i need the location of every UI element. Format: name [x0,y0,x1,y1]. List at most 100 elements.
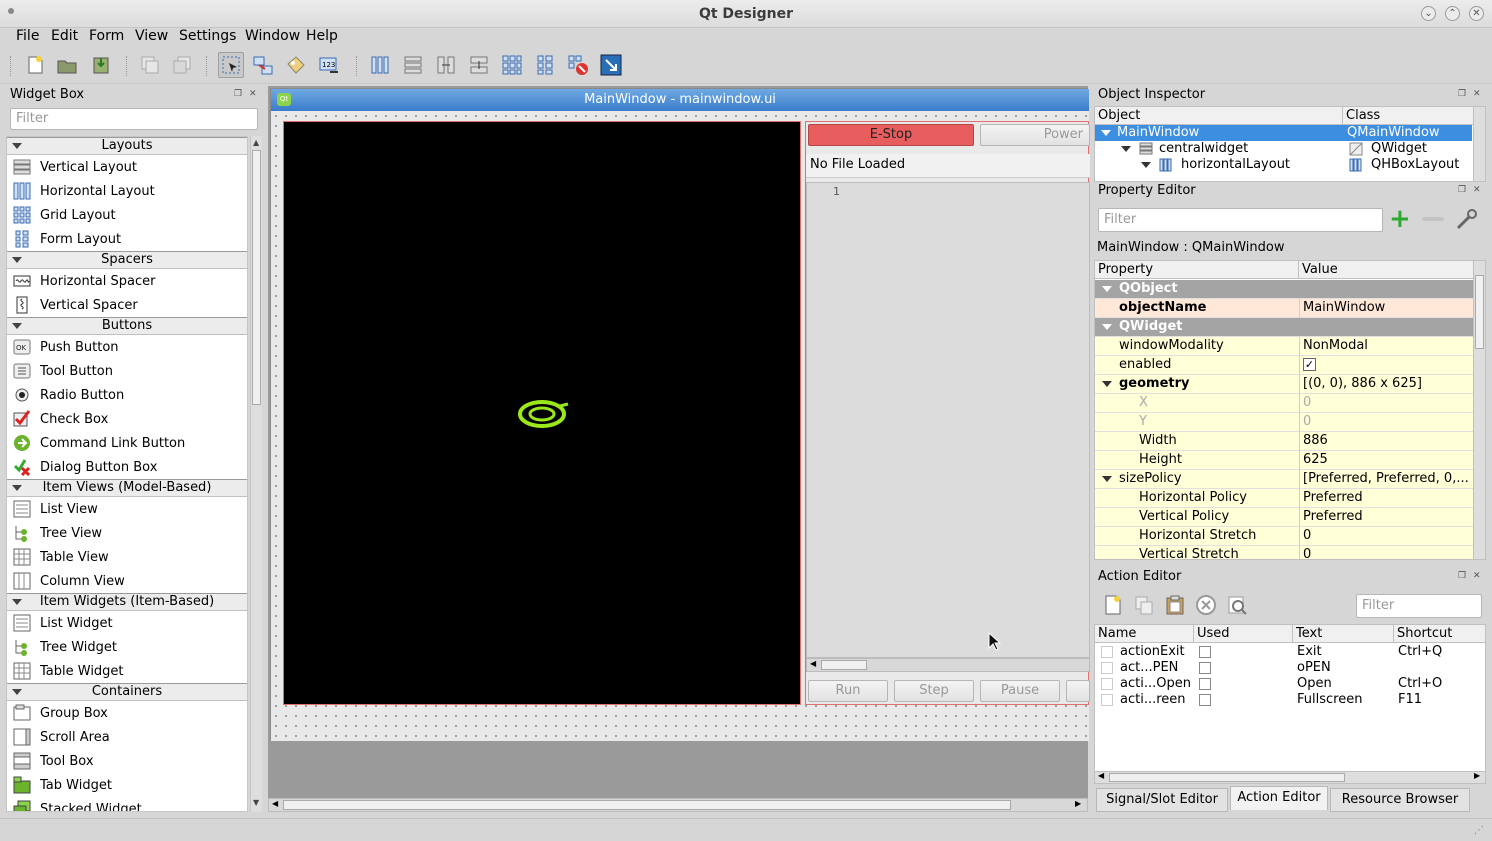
layout-hsplitter-icon[interactable] [433,52,459,78]
layout-vertical-icon[interactable] [400,52,426,78]
editor-hscrollbar[interactable]: ◀ [806,658,1090,672]
widget-item[interactable]: Horizontal Spacer [7,269,247,293]
copy-action-icon[interactable] [1133,594,1155,616]
tab-resource-browser[interactable]: Resource Browser [1330,788,1470,812]
property-row[interactable]: objectName MainWindow [1095,299,1473,318]
delete-action-icon[interactable] [1195,594,1217,616]
layout-vsplitter-icon[interactable] [466,52,492,78]
widget-item[interactable]: Tab Widget [7,773,247,797]
tree-row[interactable]: horizontalLayout QHBoxLayout [1095,157,1472,173]
property-filter-input[interactable]: Filter [1098,208,1383,232]
dock-close-icon[interactable]: ✕ [1473,571,1481,581]
tree-row[interactable]: MainWindow QMainWindow [1095,125,1472,141]
dock-float-icon[interactable]: ❐ [1458,185,1466,195]
pause-button[interactable]: Pause [980,680,1060,702]
step-button[interactable]: Step [894,680,974,702]
power-button[interactable]: Power [980,124,1090,146]
menu-window[interactable]: Window [245,28,300,44]
widget-box-filter-input[interactable]: Filter [10,108,258,130]
widget-item[interactable]: Check Box [7,407,247,431]
widget-item[interactable]: Tree View [7,521,247,545]
property-row[interactable]: Y0 [1095,413,1473,432]
estop-button[interactable]: E-Stop [808,124,974,146]
paste-icon[interactable] [169,52,195,78]
property-row[interactable]: X0 [1095,394,1473,413]
action-row[interactable]: act...PEN oPEN [1095,660,1487,676]
widget-item[interactable]: Command Link Button [7,431,247,455]
category-containers[interactable]: Containers [7,683,247,701]
col-object-header[interactable]: Object [1095,107,1343,125]
tree-row[interactable]: centralwidget QWidget [1095,141,1472,157]
category-item-views[interactable]: Item Views (Model-Based) [7,479,247,497]
layout-form-icon[interactable] [532,52,558,78]
remove-dynamic-property-icon[interactable] [1422,217,1444,221]
dock-close-icon[interactable]: ✕ [1473,185,1481,195]
col-class-header[interactable]: Class [1343,107,1473,125]
tab-signal-slot-editor[interactable]: Signal/Slot Editor [1096,788,1228,812]
action-row[interactable]: acti...reen Fullscreen F11 [1095,692,1487,708]
widget-item[interactable]: Radio Button [7,383,247,407]
size-grip-icon[interactable]: ⋰ [1474,825,1484,836]
col-text-header[interactable]: Text [1293,625,1394,643]
gcode-editor[interactable]: 1 [806,182,1090,658]
form-window-titlebar[interactable]: Qt MainWindow - mainwindow.ui [271,89,1089,111]
configure-action-icon[interactable] [1226,594,1248,616]
widget-item[interactable]: List View [7,497,247,521]
edit-tab-order-icon[interactable]: 123 [316,52,342,78]
minimize-icon[interactable]: ⌄ [1421,6,1436,21]
add-dynamic-property-icon[interactable]: + [1389,206,1411,232]
save-icon[interactable] [88,52,114,78]
dock-close-icon[interactable]: ✕ [1473,89,1481,99]
col-property-header[interactable]: Property [1095,261,1299,279]
action-row[interactable]: acti...Open Open Ctrl+O [1095,676,1487,692]
tab-action-editor[interactable]: Action Editor [1230,786,1328,810]
dock-close-icon[interactable]: ✕ [249,89,257,99]
extra-button[interactable] [1066,680,1090,702]
dock-float-icon[interactable]: ❐ [1458,571,1466,581]
new-action-icon[interactable] [1102,594,1124,616]
property-group-row[interactable]: QObject [1095,280,1473,299]
widget-item[interactable]: Tool Box [7,749,247,773]
property-group-row[interactable]: QWidget [1095,318,1473,337]
configure-icon[interactable] [1454,208,1478,232]
edit-buddies-icon[interactable] [283,52,309,78]
menu-help[interactable]: Help [306,28,338,44]
property-row[interactable]: Width 886 [1095,432,1473,451]
property-row[interactable]: Horizontal Stretch 0 [1095,527,1473,546]
action-filter-input[interactable]: Filter [1356,594,1482,618]
col-name-header[interactable]: Name [1095,625,1194,643]
col-value-header[interactable]: Value [1299,261,1473,279]
widget-item[interactable]: Table Widget [7,659,247,683]
widget-item[interactable]: Vertical Spacer [7,293,247,317]
menu-settings[interactable]: Settings [179,28,236,44]
paste-action-icon[interactable] [1164,594,1186,616]
col-shortcut-header[interactable]: Shortcut [1394,625,1485,643]
property-row[interactable]: Vertical Policy Preferred [1095,508,1473,527]
open-folder-icon[interactable] [54,52,80,78]
enabled-checkbox[interactable]: ✓ [1303,358,1316,371]
gl-view-widget[interactable] [283,121,801,705]
widget-item[interactable]: Dialog Button Box [7,455,247,479]
menu-view[interactable]: View [135,28,168,44]
adjust-size-icon[interactable] [598,52,624,78]
property-row[interactable]: Vertical Stretch 0 [1095,546,1473,559]
widget-item[interactable]: Tree Widget [7,635,247,659]
col-used-header[interactable]: Used [1194,625,1293,643]
menu-file[interactable]: File [16,28,39,44]
category-item-widgets[interactable]: Item Widgets (Item-Based) [7,593,247,611]
action-table-hscrollbar[interactable]: ◀ ▶ [1095,771,1485,783]
new-file-icon[interactable] [22,52,48,78]
maximize-icon[interactable]: ⌃ [1445,6,1460,21]
category-spacers[interactable]: Spacers [7,251,247,269]
copy-icon[interactable] [137,52,163,78]
widget-item[interactable]: Group Box [7,701,247,725]
property-row[interactable]: sizePolicy [Preferred, Preferred, 0,... [1095,470,1473,489]
edit-signals-icon[interactable] [250,52,276,78]
category-buttons[interactable]: Buttons [7,317,247,335]
break-layout-icon[interactable] [565,52,591,78]
menu-form[interactable]: Form [89,28,124,44]
property-row[interactable]: windowModality NonModal [1095,337,1473,356]
widget-item[interactable]: List Widget [7,611,247,635]
widget-item[interactable]: Scroll Area [7,725,247,749]
edit-widgets-icon[interactable] [218,52,244,78]
